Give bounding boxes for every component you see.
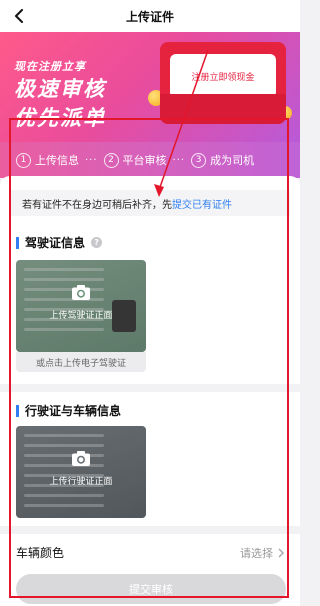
step-upload: 1 上传信息	[16, 152, 79, 168]
section-divider	[0, 384, 300, 392]
vehicle-color-row[interactable]: 车辆颜色 请选择	[16, 544, 286, 561]
help-icon[interactable]: ?	[91, 237, 103, 248]
chevron-left-icon	[15, 9, 23, 23]
section-title-text: 行驶证与车辆信息	[25, 404, 122, 418]
vehicle-color-select[interactable]: 请选择	[240, 545, 286, 561]
envelope-flap	[160, 94, 286, 124]
chevron-right-icon	[278, 547, 285, 558]
electronic-license-link[interactable]: 或点击上传电子驾驶证	[16, 352, 146, 372]
submit-existing-link[interactable]: 提交已有证件	[172, 196, 232, 211]
section-divider	[0, 526, 300, 534]
upload-caption: 上传行驶证正面	[49, 477, 113, 487]
page-title: 上传证件	[125, 9, 174, 24]
step-number: 2	[103, 152, 119, 168]
vehicle-license-section-title: 行驶证与车辆信息	[16, 402, 121, 419]
promo-banner[interactable]: 现在注册立享 极速审核 优先派单 注册立即领现金	[0, 32, 300, 152]
section-accent-bar	[16, 404, 19, 417]
card-overlay	[16, 260, 146, 352]
section-accent-bar	[16, 236, 19, 249]
progress-steps: 1 上传信息 ··· 2 平台审核 ··· 3 成为司机	[0, 142, 300, 178]
step-label: 上传信息	[35, 154, 79, 167]
upload-caption: 上传驾驶证正面	[49, 311, 113, 321]
step-driver: 3 成为司机	[191, 152, 254, 168]
back-button[interactable]	[8, 5, 30, 27]
form-card: 若有证件不在身边可稍后补齐，先 提交已有证件 驾驶证信息 ? 上传驾驶证正面 或…	[0, 176, 300, 606]
envelope-card: 注册立即领现金	[170, 54, 276, 98]
banner-line-3: 优先派单	[14, 106, 106, 130]
step-label: 成为司机	[210, 154, 255, 167]
step-review: 2 平台审核	[103, 152, 167, 168]
vehicle-color-placeholder: 请选择	[240, 546, 273, 560]
camera-icon	[72, 285, 90, 300]
step-separator: ···	[85, 154, 98, 166]
nav-bar: 上传证件	[0, 0, 300, 32]
vehicle-license-upload[interactable]: 上传行驶证正面	[16, 426, 146, 518]
camera-icon	[72, 451, 90, 466]
step-number: 1	[16, 152, 31, 168]
driver-license-section-title: 驾驶证信息 ?	[16, 234, 103, 251]
vehicle-color-label: 车辆颜色	[16, 546, 65, 560]
banner-line-2: 极速审核	[14, 77, 106, 101]
tip-text: 若有证件不在身边可稍后补齐，先	[22, 199, 172, 211]
tip-bar: 若有证件不在身边可稍后补齐，先 提交已有证件	[10, 190, 290, 216]
red-envelope[interactable]: 注册立即领现金	[160, 42, 286, 124]
step-number: 3	[191, 152, 207, 168]
envelope-text: 注册立即领现金	[191, 72, 255, 83]
card-overlay	[16, 426, 146, 518]
step-label: 平台审核	[122, 154, 167, 167]
submit-review-button[interactable]: 提交审核	[16, 574, 286, 604]
driver-license-upload[interactable]: 上传驾驶证正面	[16, 260, 146, 352]
banner-line-1: 现在注册立享	[14, 60, 86, 73]
step-separator: ···	[172, 154, 186, 166]
section-title-text: 驾驶证信息	[25, 236, 86, 250]
